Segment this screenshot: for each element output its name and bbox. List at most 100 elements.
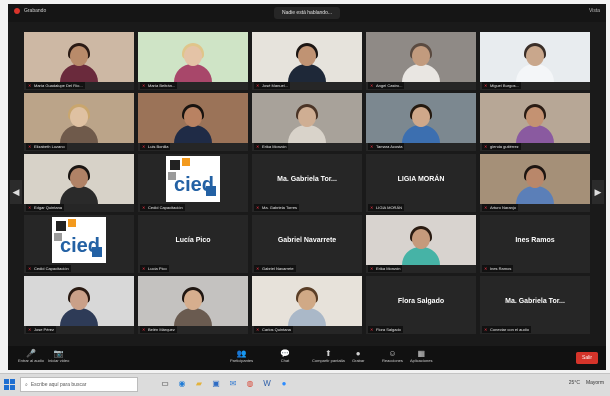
zoom-app-icon[interactable]: ● — [279, 378, 289, 389]
participant-name: María Guadalupe Del Río... — [34, 83, 83, 88]
participant-tile[interactable]: ✕ José Manuel... — [252, 32, 362, 90]
participant-display-name: Ines Ramos — [515, 237, 555, 244]
participant-name: José Manuel... — [262, 83, 289, 88]
participant-name: Edgar Quintana — [34, 205, 63, 210]
participant-tile[interactable]: Ines Ramos ✕ Ines Ramos — [480, 215, 590, 273]
participant-tile[interactable]: Lucía Pico ✕ Lucía Pico — [138, 215, 248, 273]
participant-figure — [402, 226, 440, 265]
muted-mic-icon: ✕ — [256, 143, 260, 149]
participant-name-label: ✕ Belén Márquez — [140, 326, 177, 333]
participant-name-label: ✕ Carlos Quintana — [254, 326, 293, 333]
participant-tile[interactable]: cied ✕ Cedid Capacitación — [138, 154, 248, 212]
next-page-arrow-icon[interactable]: ▶ — [592, 180, 604, 204]
participant-display-name: Flora Salgado — [397, 298, 445, 305]
participants-icon: 👥 — [236, 349, 247, 358]
participant-tile[interactable]: ✕ Luis Bonilla — [138, 93, 248, 151]
participant-name: Arturo Naranjo — [490, 205, 517, 210]
participant-tile[interactable]: Ma. Gabriela Tor... ✕ Conectar con el audi… — [480, 276, 590, 334]
taskbar-search-input[interactable]: ⌕ Escribe aquí para buscar — [20, 377, 138, 392]
word-icon[interactable]: W — [262, 378, 272, 389]
participant-video — [24, 32, 134, 82]
participant-tile[interactable]: ✕ Carlos Quintana — [252, 276, 362, 334]
mic-button[interactable]: 🎤 Entrar al audio — [18, 349, 44, 363]
toolbar-label: Aplicaciones — [410, 358, 433, 363]
participant-tile[interactable]: ✕ Arturo Naranjo — [480, 154, 590, 212]
participant-tile[interactable]: LIGIA MORÁN ✕ LIGIA MORÁN — [366, 154, 476, 212]
participant-figure — [288, 287, 326, 326]
participant-name-label: ✕ Angel Castro... — [368, 82, 405, 89]
muted-mic-icon: ✕ — [142, 326, 146, 332]
participant-video — [366, 93, 476, 143]
participants-button[interactable]: 👥 Participantes — [230, 349, 253, 363]
share-screen-button[interactable]: ⬆ Compartir pantalla — [312, 349, 345, 363]
muted-mic-icon: ✕ — [484, 265, 488, 271]
participant-name: Cedid Capacitación — [34, 266, 69, 271]
store-icon[interactable]: ▣ — [211, 378, 221, 389]
reactions-button[interactable]: ☺ Reacciones — [382, 349, 403, 363]
participant-name-label: ✕ Conectar con el audio — [482, 326, 531, 333]
toolbar-label: Compartir pantalla — [312, 358, 345, 363]
participant-name: Lucía Pico — [148, 266, 167, 271]
end-meeting-button[interactable]: Salir — [575, 352, 598, 364]
participant-tile[interactable]: cied ✕ Cedid Capacitación — [24, 215, 134, 273]
participant-figure — [516, 104, 554, 143]
participant-video — [252, 276, 362, 326]
participant-tile[interactable]: ✕ Erika Monzón — [252, 93, 362, 151]
participant-tile[interactable]: ✕ Miguel Burgos... — [480, 32, 590, 90]
participant-name: Tamara Acosta — [376, 144, 403, 149]
toolbar-label: Chat — [280, 358, 290, 363]
participant-name-label: ✕ Tamara Acosta — [368, 143, 405, 150]
record-dot-icon — [14, 8, 20, 14]
participant-tile[interactable]: Flora Salgado ✕ Flora Salgado — [366, 276, 476, 334]
muted-mic-icon: ✕ — [28, 82, 32, 88]
search-icon: ⌕ — [25, 381, 28, 388]
muted-mic-icon: ✕ — [256, 265, 260, 271]
file-explorer-icon[interactable]: ▰ — [194, 378, 204, 389]
participant-tile[interactable]: ✕ María Guadalupe Del Río... — [24, 32, 134, 90]
edge-icon[interactable]: ◉ — [177, 378, 187, 389]
taskbar-apps: ▭ ◉ ▰ ▣ ✉ ◍ W ● — [160, 378, 289, 389]
muted-mic-icon: ✕ — [370, 265, 374, 271]
task-view-icon[interactable]: ▭ — [160, 378, 170, 389]
participant-name-label: ✕ Luis Bonilla — [140, 143, 171, 150]
participant-video — [138, 93, 248, 143]
participant-tile[interactable]: ✕ Belén Márquez — [138, 276, 248, 334]
participant-tile[interactable]: ✕ Jose Pérez — [24, 276, 134, 334]
participant-tile[interactable]: Ma. Gabriela Tor... ✕ Ma. Gabriela Torres — [252, 154, 362, 212]
view-button[interactable]: Vista — [589, 8, 600, 14]
prev-page-arrow-icon[interactable]: ◀ — [10, 180, 22, 204]
record-button[interactable]: ● Grabar — [352, 349, 364, 363]
participant-name: glenda gutiérrez — [490, 144, 519, 149]
search-placeholder: Escribe aquí para buscar — [30, 381, 87, 388]
participant-name-label: ✕ Miguel Burgos... — [482, 82, 521, 89]
participant-tile[interactable]: ✕ Angel Castro... — [366, 32, 476, 90]
muted-mic-icon: ✕ — [370, 143, 374, 149]
windows-start-icon[interactable] — [4, 379, 15, 390]
participant-tile[interactable]: ✕ Tamara Acosta — [366, 93, 476, 151]
participant-video — [252, 93, 362, 143]
chat-button[interactable]: 💬 Chat — [280, 349, 290, 363]
muted-mic-icon: ✕ — [484, 204, 488, 210]
participant-tile[interactable]: ✕ María Beltrán... — [138, 32, 248, 90]
chrome-icon[interactable]: ◍ — [245, 378, 255, 389]
muted-mic-icon: ✕ — [256, 326, 260, 332]
apps-button[interactable]: ▦ Aplicaciones — [410, 349, 432, 363]
participant-tile[interactable]: Gabriel Navarrete ✕ Gabriel Navarrete — [252, 215, 362, 273]
participant-figure — [402, 104, 440, 143]
participant-tile[interactable]: ✕ Erika Monzón — [366, 215, 476, 273]
muted-mic-icon: ✕ — [256, 82, 260, 88]
participant-name: Miguel Burgos... — [490, 83, 519, 88]
participant-name: Angel Castro... — [376, 83, 403, 88]
participant-name-label: ✕ Arturo Naranjo — [482, 204, 519, 211]
participant-tile[interactable]: ✕ Edgar Quintana — [24, 154, 134, 212]
video-button[interactable]: 📷 Iniciar video — [48, 349, 69, 363]
participant-video — [480, 32, 590, 82]
participant-tile[interactable]: ✕ Elizabeth Lozano — [24, 93, 134, 151]
participant-name-label: ✕ Cedid Capacitación — [26, 265, 71, 272]
mail-icon[interactable]: ✉ — [228, 378, 238, 389]
participant-video — [24, 154, 134, 204]
muted-mic-icon: ✕ — [484, 143, 488, 149]
muted-mic-icon: ✕ — [142, 143, 146, 149]
muted-mic-icon: ✕ — [370, 326, 374, 332]
participant-tile[interactable]: ✕ glenda gutiérrez — [480, 93, 590, 151]
